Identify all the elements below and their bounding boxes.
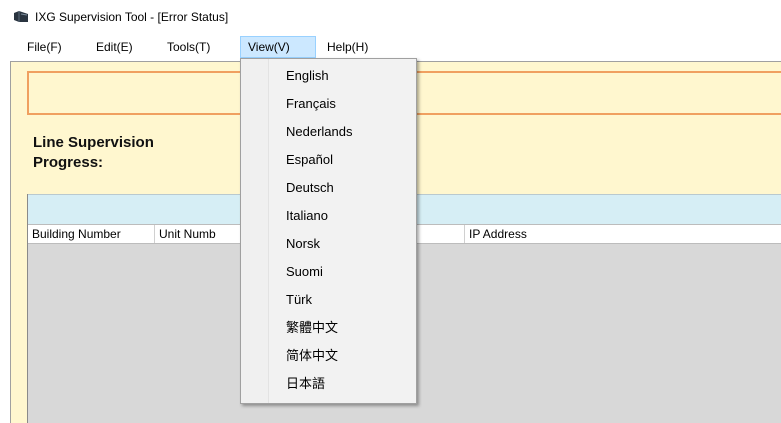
window-title: IXG Supervision Tool - [Error Status] — [35, 10, 229, 24]
menu-help[interactable]: Help(H) — [320, 36, 375, 58]
app-window: IXG Supervision Tool - [Error Status] Fi… — [0, 0, 781, 423]
progress-label-line2: Progress: — [33, 154, 104, 171]
menu-file[interactable]: File(F) — [20, 36, 69, 58]
progress-label-line1: Line Supervision — [33, 134, 154, 151]
language-item-nederlands[interactable]: Nederlands — [242, 118, 416, 146]
progress-label: Line Supervision Progress: — [33, 133, 233, 173]
column-header-building-number[interactable]: Building Number — [28, 225, 155, 243]
title-bar: IXG Supervision Tool - [Error Status] — [0, 0, 781, 34]
language-item-norsk[interactable]: Norsk — [242, 230, 416, 258]
language-item-turk[interactable]: Türk — [242, 286, 416, 314]
language-item-francais[interactable]: Français — [242, 90, 416, 118]
language-item-traditional-chinese[interactable]: 繁體中文 — [242, 314, 416, 342]
language-item-simplified-chinese[interactable]: 简体中文 — [242, 342, 416, 370]
column-header-ip-address[interactable]: IP Address — [465, 225, 781, 243]
menu-view[interactable]: View(V) — [240, 36, 316, 58]
menu-edit[interactable]: Edit(E) — [89, 36, 140, 58]
language-item-deutsch[interactable]: Deutsch — [242, 174, 416, 202]
language-item-italiano[interactable]: Italiano — [242, 202, 416, 230]
language-item-english[interactable]: English — [242, 62, 416, 90]
menu-bar: File(F) Edit(E) Tools(T) View(V) Help(H) — [0, 36, 781, 58]
menu-tools[interactable]: Tools(T) — [160, 36, 217, 58]
app-icon — [14, 11, 28, 22]
language-item-japanese[interactable]: 日本語 — [242, 370, 416, 398]
language-item-suomi[interactable]: Suomi — [242, 258, 416, 286]
language-item-espanol[interactable]: Español — [242, 146, 416, 174]
view-dropdown-menu: English Français Nederlands Español Deut… — [240, 58, 417, 404]
column-header-unit-number[interactable]: Unit Numb — [155, 225, 245, 243]
